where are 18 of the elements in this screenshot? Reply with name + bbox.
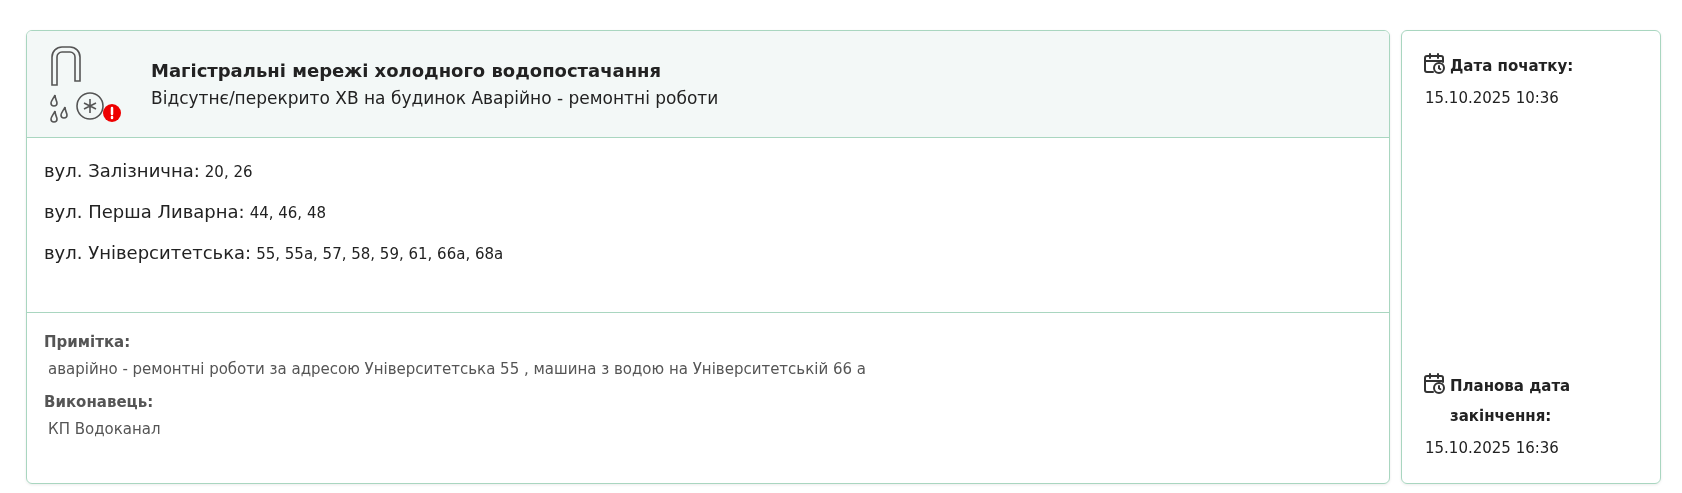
house-numbers: 55, 55а, 57, 58, 59, 61, 66а, 68а [256,245,504,263]
detail-value: КП Водоканал [47,420,162,438]
date-value: 15.10.2025 16:36 [1424,439,1560,457]
detail-value: аварійно - ремонтні роботи за адресою Університетська 55 , машина з водою на Університетській 66 а [47,360,867,378]
detail-label: Виконавець: [44,393,155,411]
calendar-clock-icon [1422,51,1446,75]
house-numbers: 44, 46, 48 [249,204,326,222]
detail-label: Примітка: [44,333,132,351]
date-label: Дата початку: [1450,56,1574,77]
street-name: вул. Університетська: [44,242,252,263]
house-numbers: 20, 26 [204,163,253,181]
street-name: вул. Перша Ливарна: [44,201,245,222]
street-name: вул. Залізнична: [44,160,200,181]
date-label: Планова дата закінчення: [1450,376,1572,427]
calendar-clock-icon [1422,371,1446,395]
date-value: 15.10.2025 10:36 [1424,89,1560,107]
header-title: Магістральні мережі холодного водопостачання [151,60,663,81]
header-subtitle: Відсутнє/перекрито ХВ на будинок Аварійно - ремонтні роботи [151,88,719,108]
